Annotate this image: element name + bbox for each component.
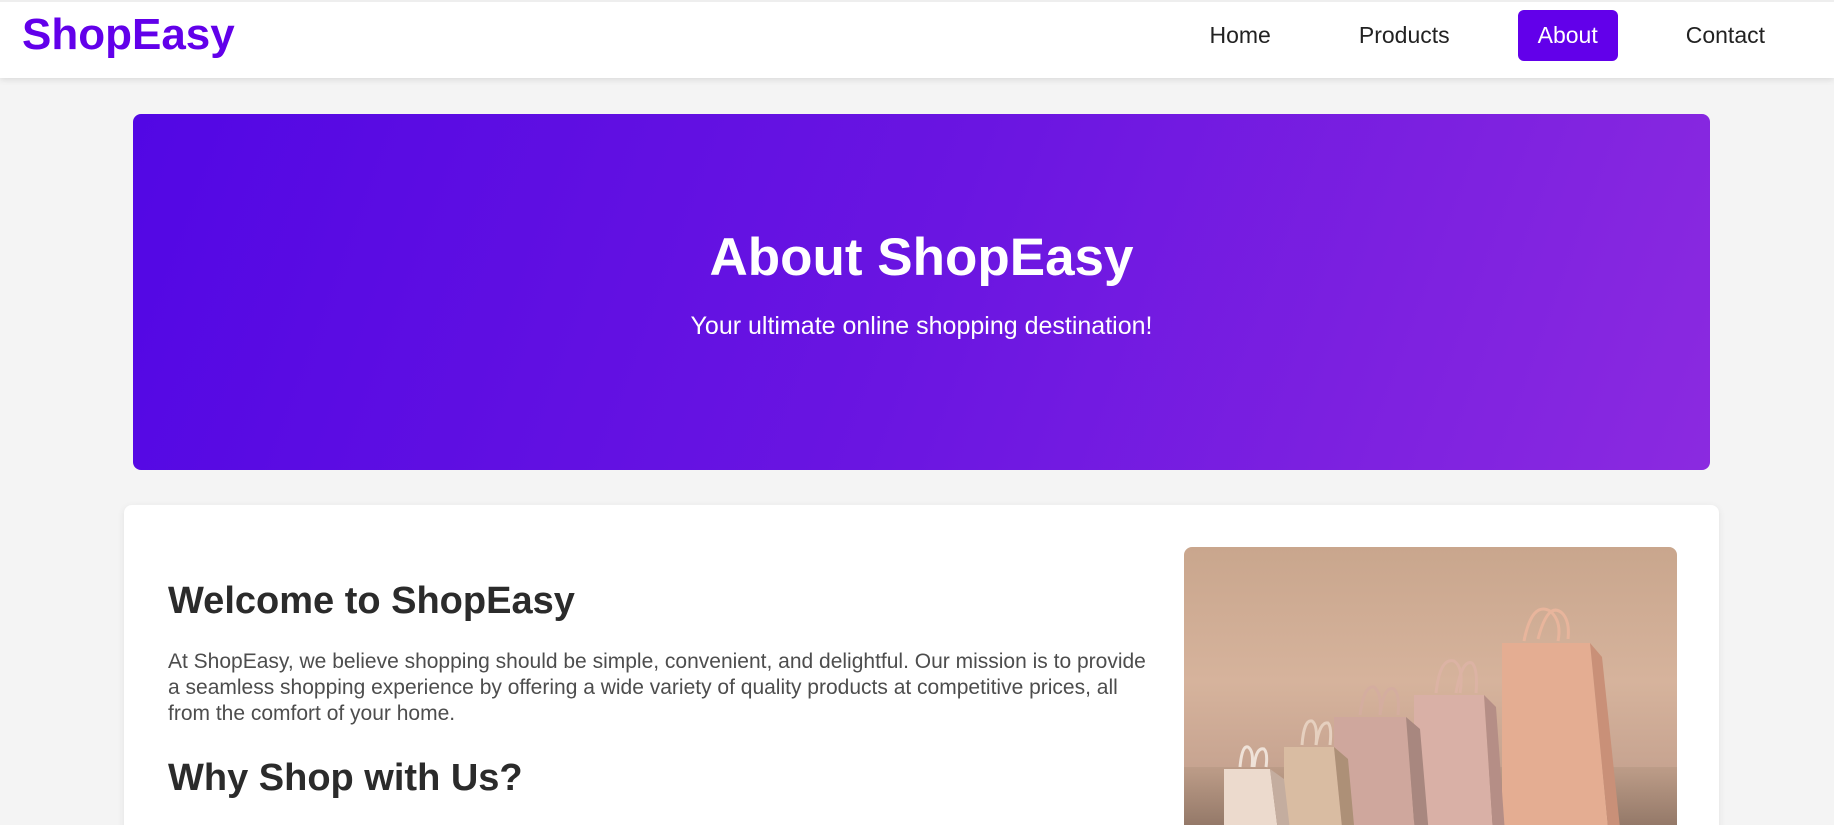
nav-link-contact[interactable]: Contact <box>1666 10 1785 61</box>
nav-links: Home Products About Contact <box>1190 9 1786 61</box>
brand-logo[interactable]: ShopEasy <box>22 10 235 60</box>
about-text-column: Welcome to ShopEasy At ShopEasy, we beli… <box>168 580 1168 800</box>
about-content-card: Welcome to ShopEasy At ShopEasy, we beli… <box>124 505 1719 825</box>
nav-link-products[interactable]: Products <box>1339 10 1470 61</box>
welcome-paragraph: At ShopEasy, we believe shopping should … <box>168 650 1146 725</box>
hero-subtitle: Your ultimate online shopping destinatio… <box>690 312 1153 340</box>
why-shop-heading: Why Shop with Us? <box>168 757 523 799</box>
welcome-heading: Welcome to ShopEasy <box>168 580 575 622</box>
top-navbar: ShopEasy Home Products About Contact <box>0 0 1834 78</box>
shopping-bags-illustration <box>1184 607 1677 825</box>
shopping-bags-image <box>1184 547 1677 825</box>
nav-link-about[interactable]: About <box>1517 9 1618 61</box>
hero-title: About ShopEasy <box>709 228 1134 287</box>
hero-banner: About ShopEasy Your ultimate online shop… <box>133 114 1710 470</box>
nav-link-home[interactable]: Home <box>1190 10 1291 61</box>
